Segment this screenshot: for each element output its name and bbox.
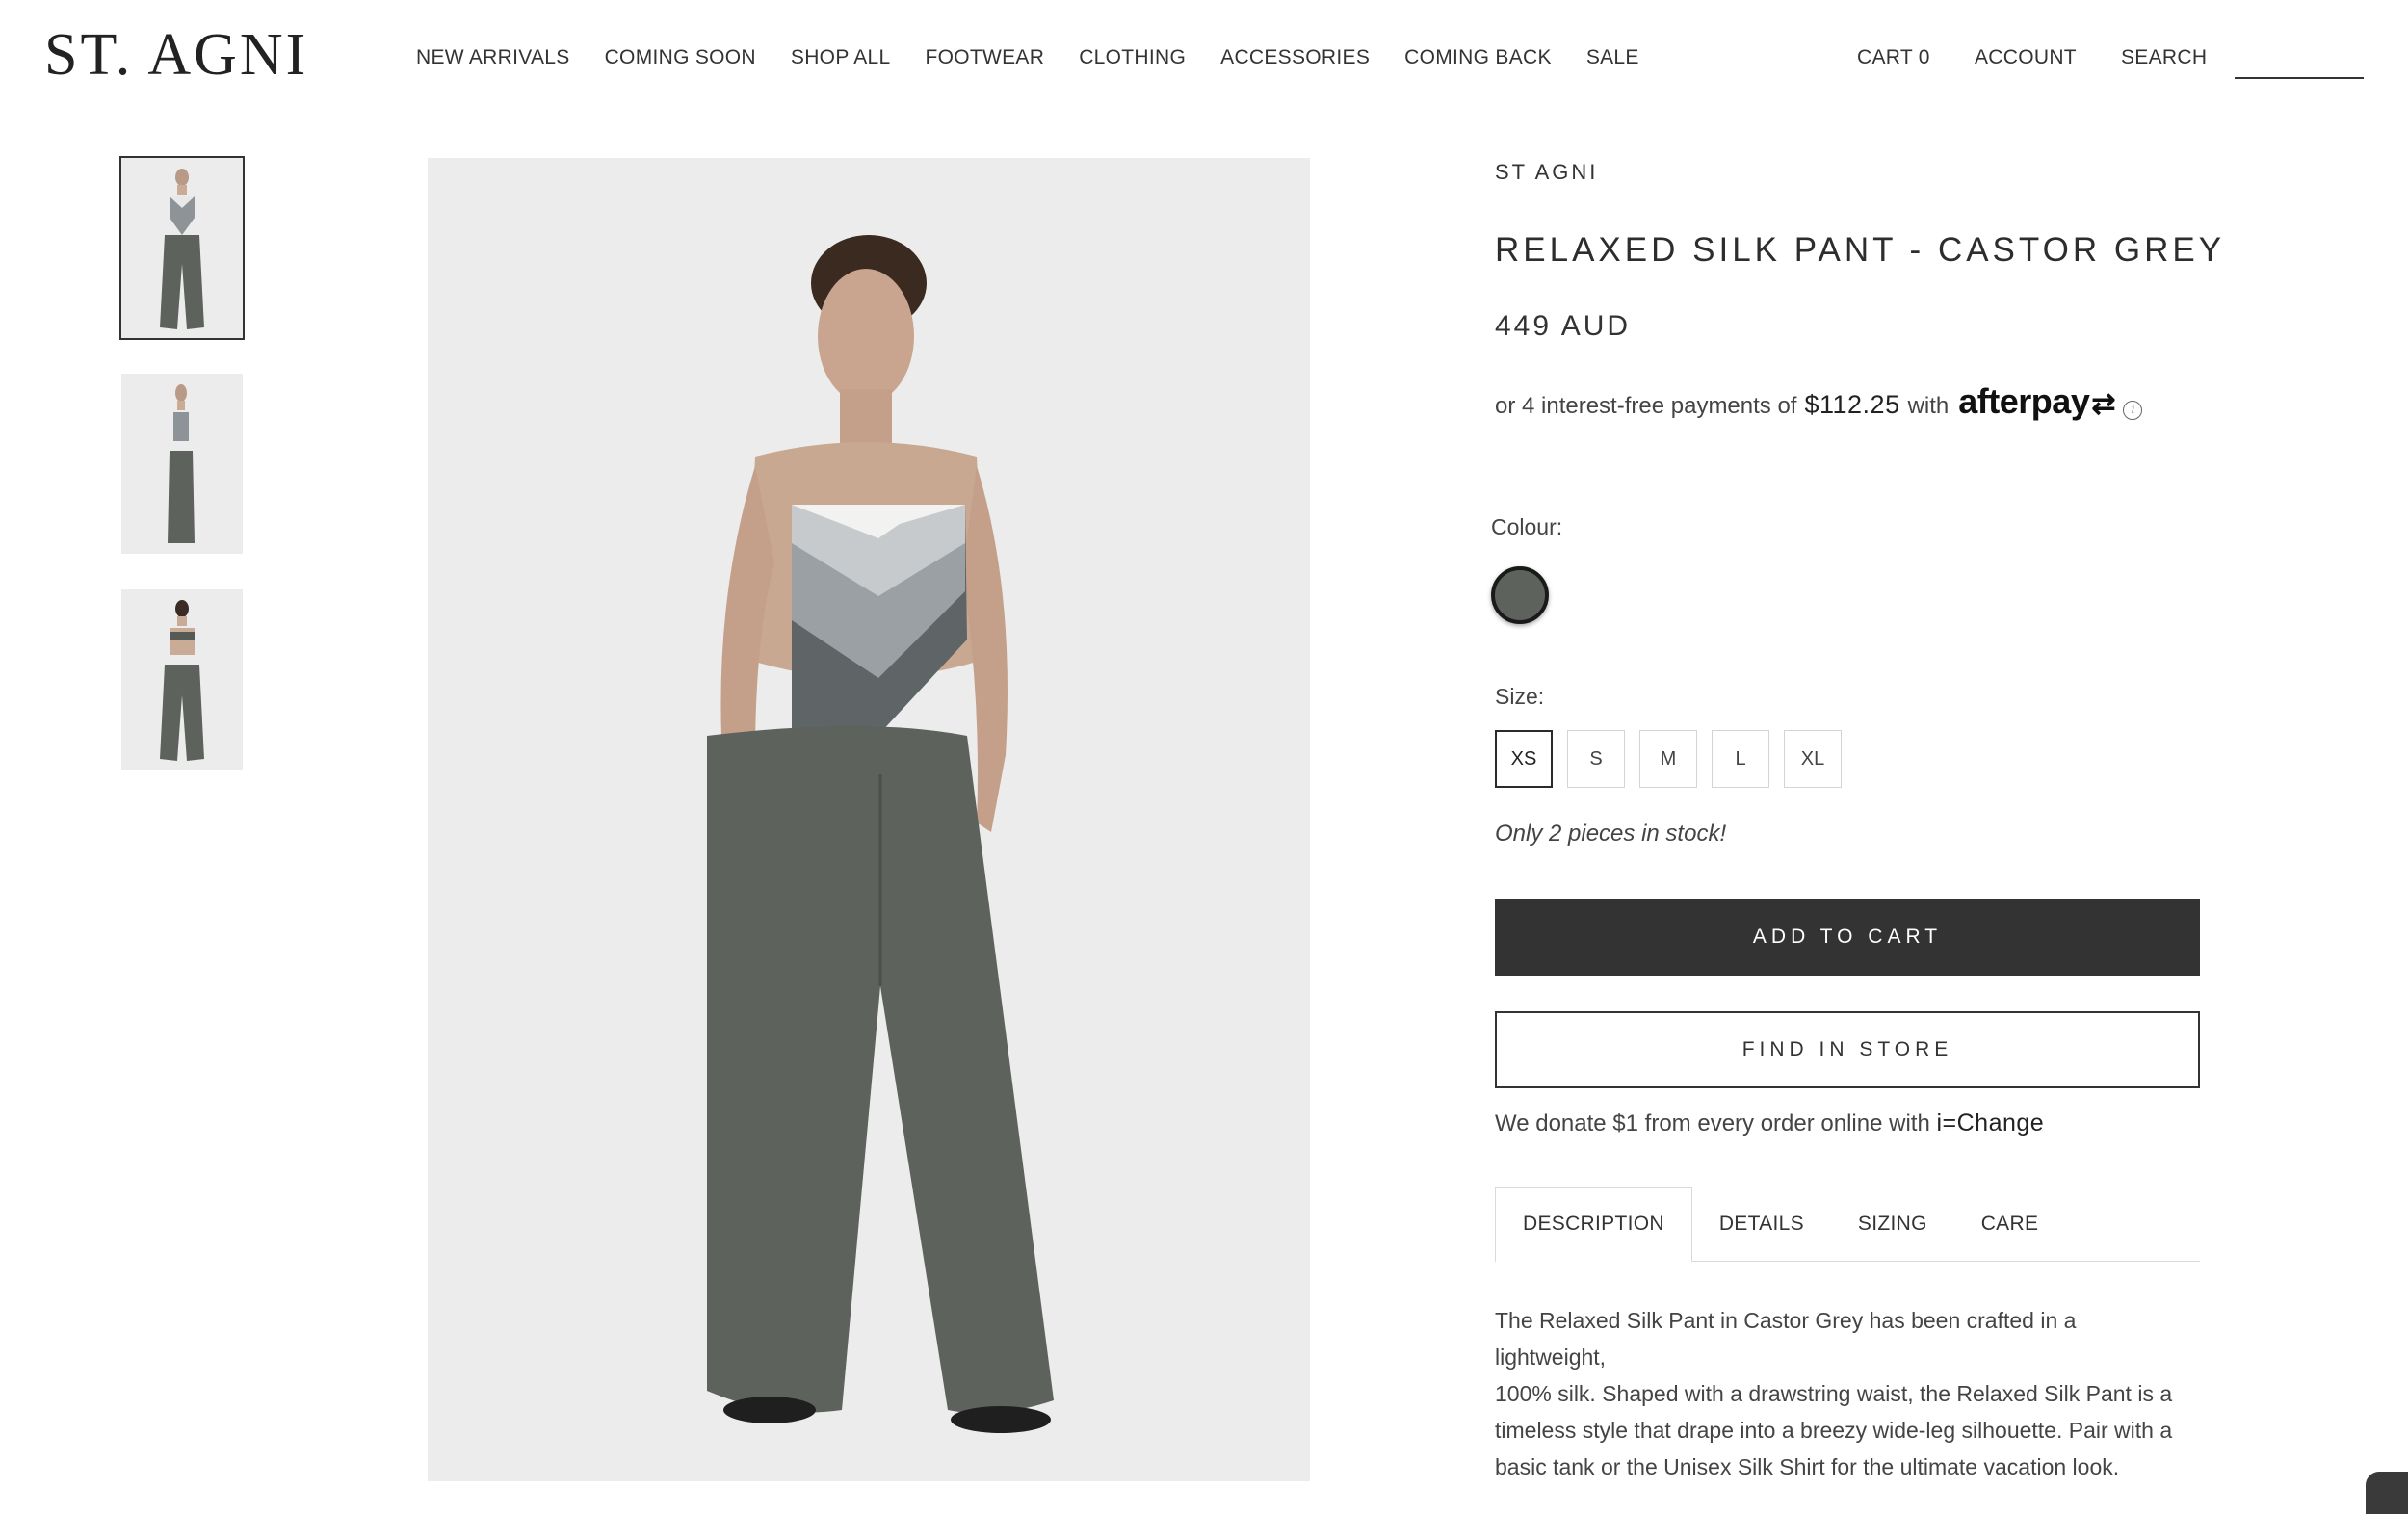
size-option-m[interactable]: M bbox=[1639, 730, 1697, 788]
size-option-s[interactable]: S bbox=[1567, 730, 1625, 788]
size-label: Size: bbox=[1495, 684, 1545, 709]
site-logo[interactable]: ST. AGNI bbox=[44, 21, 308, 90]
cart-link[interactable]: CART 0 bbox=[1857, 46, 1930, 69]
product-tabs: DESCRIPTION DETAILS SIZING CARE bbox=[1495, 1187, 2200, 1263]
model-illustration bbox=[428, 158, 1310, 1481]
product-price: 449 AUD bbox=[1495, 310, 1632, 342]
nav-footwear[interactable]: FOOTWEAR bbox=[925, 46, 1044, 69]
nav-clothing[interactable]: CLOTHING bbox=[1079, 46, 1186, 69]
nav-shop-all[interactable]: SHOP ALL bbox=[791, 46, 891, 69]
donation-text: We donate $1 from every order online wit… bbox=[1495, 1110, 1930, 1136]
product-brand[interactable]: ST AGNI bbox=[1495, 160, 1598, 185]
add-to-cart-button[interactable]: ADD TO CART bbox=[1495, 899, 2200, 976]
thumbnail-back-image bbox=[121, 589, 243, 770]
nav-coming-back[interactable]: COMING BACK bbox=[1404, 46, 1552, 69]
tab-care[interactable]: CARE bbox=[1954, 1187, 2066, 1261]
size-option-xl[interactable]: XL bbox=[1784, 730, 1842, 788]
size-selector: XS S M L XL bbox=[1495, 730, 1842, 788]
chat-widget-button[interactable] bbox=[2366, 1472, 2408, 1514]
nav-coming-soon[interactable]: COMING SOON bbox=[605, 46, 756, 69]
ichange-logo[interactable]: i=Change bbox=[1936, 1109, 2044, 1136]
stock-notice: Only 2 pieces in stock! bbox=[1495, 821, 1727, 847]
product-description: The Relaxed Silk Pant in Castor Grey has… bbox=[1495, 1302, 2188, 1485]
nav-sale[interactable]: SALE bbox=[1586, 46, 1639, 69]
description-line: basic tank or the Unisex Silk Shirt for … bbox=[1495, 1454, 2120, 1479]
search-link[interactable]: SEARCH bbox=[2121, 46, 2207, 69]
size-option-xs[interactable]: XS bbox=[1495, 730, 1553, 788]
thumbnail-back[interactable] bbox=[121, 589, 243, 770]
info-icon[interactable]: i bbox=[2123, 401, 2143, 420]
thumbnail-front-image bbox=[121, 158, 243, 338]
description-line: timeless style that drape into a breezy … bbox=[1495, 1418, 2173, 1443]
tab-sizing[interactable]: SIZING bbox=[1831, 1187, 1954, 1261]
afterpay-prefix: or 4 interest-free payments of bbox=[1495, 393, 1797, 419]
nav-new-arrivals[interactable]: NEW ARRIVALS bbox=[416, 46, 570, 69]
search-input-underline[interactable] bbox=[2235, 77, 2364, 79]
account-link[interactable]: ACCOUNT bbox=[1975, 46, 2077, 69]
nav-accessories[interactable]: ACCESSORIES bbox=[1220, 46, 1370, 69]
thumbnail-side-image bbox=[121, 374, 243, 554]
afterpay-with: with bbox=[1907, 393, 1950, 419]
tab-description[interactable]: DESCRIPTION bbox=[1495, 1187, 1692, 1263]
afterpay-message: or 4 interest-free payments of $112.25 w… bbox=[1495, 381, 2143, 422]
afterpay-amount: $112.25 bbox=[1804, 390, 1900, 419]
main-product-image[interactable] bbox=[428, 158, 1310, 1481]
colour-label: Colour: bbox=[1491, 514, 1563, 539]
product-title: RELAXED SILK PANT - CASTOR GREY bbox=[1495, 231, 2226, 269]
description-line: The Relaxed Silk Pant in Castor Grey has… bbox=[1495, 1308, 2077, 1370]
thumbnail-front[interactable] bbox=[119, 156, 245, 340]
afterpay-logo[interactable]: afterpay bbox=[1958, 381, 2090, 422]
description-line: 100% silk. Shaped with a drawstring wais… bbox=[1495, 1381, 2173, 1406]
size-option-l[interactable]: L bbox=[1712, 730, 1769, 788]
afterpay-loop-icon: ⇄ bbox=[2091, 388, 2116, 420]
tab-details[interactable]: DETAILS bbox=[1692, 1187, 1831, 1261]
colour-swatch-castor-grey[interactable] bbox=[1491, 566, 1549, 624]
main-nav: NEW ARRIVALS COMING SOON SHOP ALL FOOTWE… bbox=[416, 46, 1674, 69]
find-in-store-button[interactable]: FIND IN STORE bbox=[1495, 1011, 2200, 1088]
thumbnail-side[interactable] bbox=[121, 374, 243, 554]
donation-message: We donate $1 from every order online wit… bbox=[1495, 1109, 2044, 1137]
